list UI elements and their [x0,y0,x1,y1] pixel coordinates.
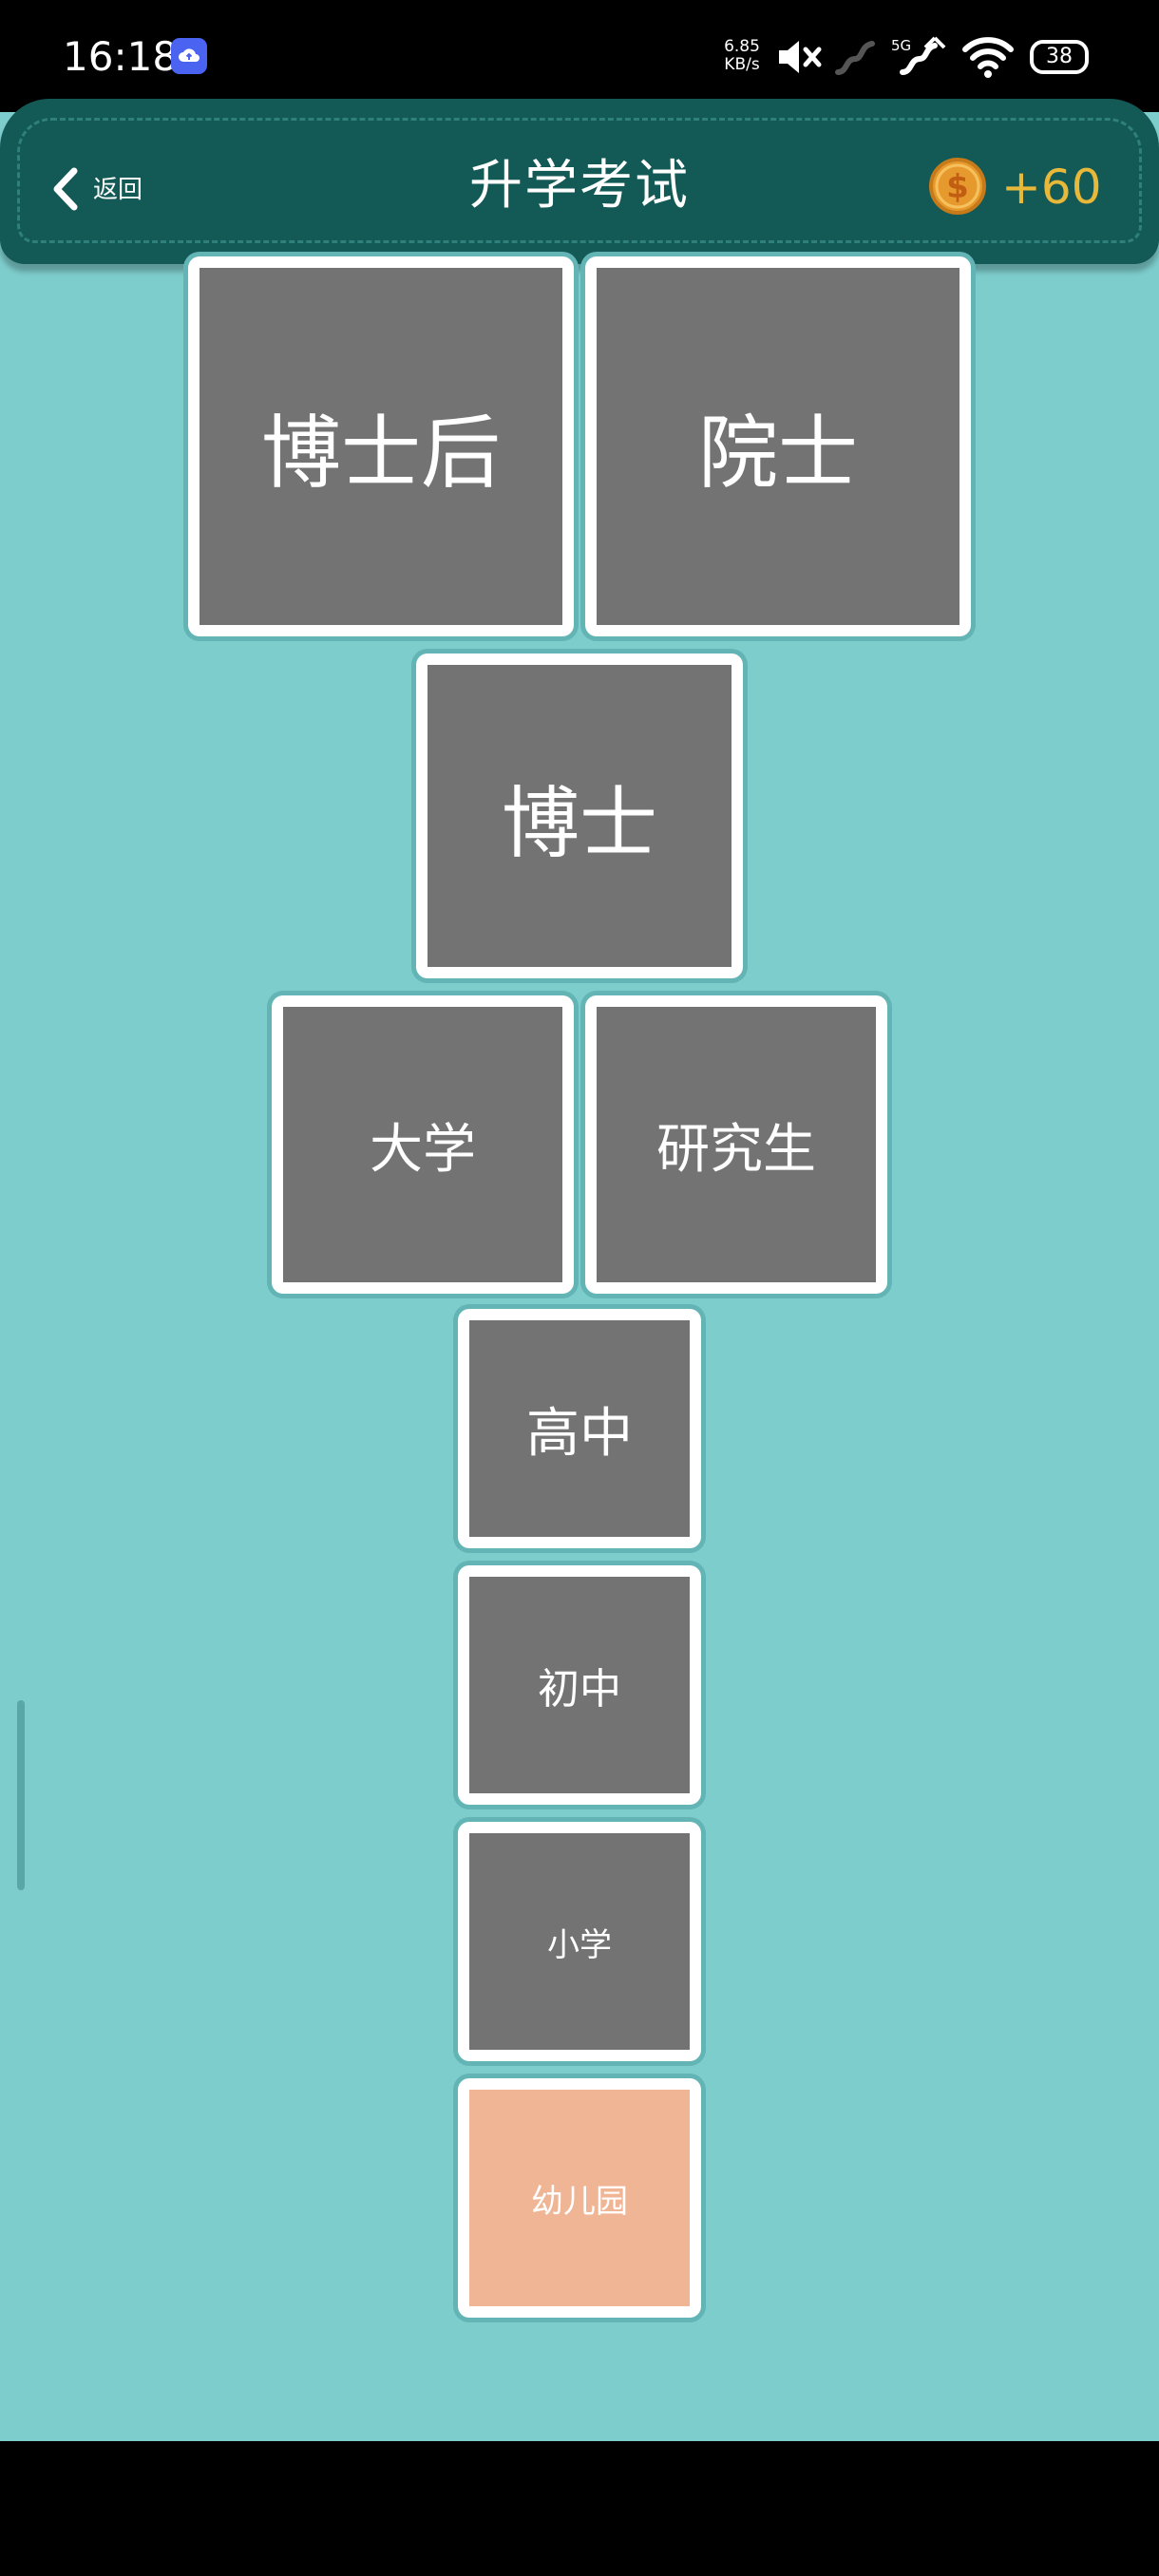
coin-icon: $ [929,158,986,215]
battery-level: 38 [1046,45,1073,68]
level-tile-academician-face: 院士 [597,268,960,625]
svg-text:$: $ [946,168,969,206]
level-tile-graduate[interactable]: 研究生 [585,995,887,1294]
level-tile-middle-school-face: 初中 [469,1577,690,1793]
level-tile-primary-school-face: 小学 [469,1833,690,2050]
level-tile-middle-school[interactable]: 初中 [458,1565,701,1805]
level-label-phd: 博士 [501,778,657,869]
level-tile-university[interactable]: 大学 [272,995,574,1294]
mute-icon [779,41,822,73]
status-time: 16:18 [63,33,179,80]
level-label-high-school: 高中 [526,1402,633,1465]
level-tile-high-school[interactable]: 高中 [458,1309,701,1548]
level-label-kindergarten: 幼儿园 [531,2182,628,2221]
level-label-middle-school: 初中 [538,1665,621,1714]
level-tile-phd[interactable]: 博士 [416,653,743,978]
level-label-university: 大学 [370,1118,476,1181]
level-tile-high-school-face: 高中 [469,1320,690,1537]
level-tile-phd-face: 博士 [428,665,732,967]
level-tile-academician[interactable]: 院士 [585,256,971,636]
coin-count: +60 [1001,160,1102,215]
status-bar: 16:18 6.85 KB/s 5G 38 [0,0,1159,112]
network-speed-value: 6.85 [724,37,760,56]
network-speed: 6.85 KB/s [718,38,766,74]
signal-2-icon [900,36,946,75]
level-label-postdoc: 博士后 [260,406,501,500]
level-tile-graduate-face: 研究生 [597,1007,876,1282]
level-tile-postdoc[interactable]: 博士后 [188,256,574,636]
level-tile-kindergarten[interactable]: 幼儿园 [458,2078,701,2318]
level-label-academician: 院士 [697,406,858,500]
system-nav-bar [0,2441,1159,2576]
level-label-graduate: 研究生 [656,1118,816,1181]
signal-1-icon [835,41,875,75]
level-label-primary-school: 小学 [547,1925,612,1964]
header-bar: 返回 升学考试 $ +60 [0,99,1159,264]
level-tile-primary-school[interactable]: 小学 [458,1822,701,2061]
wifi-icon [962,37,1014,78]
battery-icon: 38 [1030,40,1089,74]
cloud-app-icon [171,38,207,74]
network-speed-unit: KB/s [724,55,760,74]
level-tile-university-face: 大学 [283,1007,562,1282]
level-tile-kindergarten-face: 幼儿园 [469,2090,690,2306]
scroll-indicator[interactable] [17,1700,25,1890]
level-tile-postdoc-face: 博士后 [200,268,562,625]
